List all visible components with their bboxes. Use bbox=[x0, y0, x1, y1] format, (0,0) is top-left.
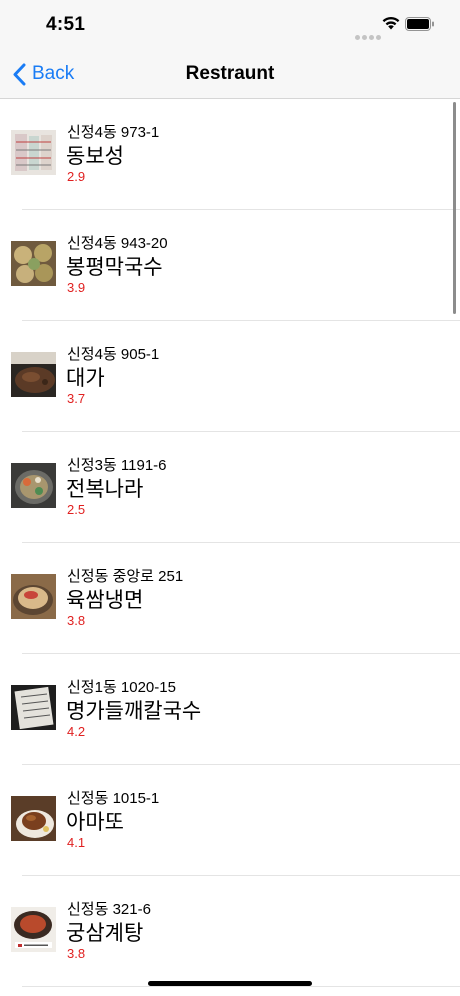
restaurant-rating: 3.7 bbox=[67, 391, 86, 406]
restaurant-thumbnail bbox=[11, 574, 56, 619]
wifi-icon bbox=[382, 16, 400, 30]
restaurant-name: 육쌈냉면 bbox=[66, 589, 144, 612]
restaurant-list[interactable]: 신정4동 973-1 동보성 2.9 신정4동 943-20 봉평막국수 3.9 bbox=[0, 99, 460, 987]
battery-icon bbox=[405, 17, 434, 31]
restaurant-address: 신정3동 1191-6 bbox=[67, 457, 167, 474]
restaurant-thumbnail bbox=[11, 907, 56, 952]
cellular-signal-icon bbox=[355, 27, 383, 45]
list-item[interactable]: 신정동 321-6 궁삼계탕 3.8 bbox=[11, 876, 460, 987]
list-item[interactable]: 신정4동 943-20 봉평막국수 3.9 bbox=[11, 210, 460, 321]
restaurant-address: 신정4동 973-1 bbox=[67, 124, 160, 141]
restaurant-name: 대가 bbox=[66, 367, 105, 390]
restaurant-thumbnail bbox=[11, 352, 56, 397]
list-item[interactable]: 신정1동 1020-15 명가들깨칼국수 4.2 bbox=[11, 654, 460, 765]
restaurant-rating: 2.5 bbox=[67, 502, 86, 517]
restaurant-rating: 3.8 bbox=[67, 613, 86, 628]
navigation-bar: Back Restraunt bbox=[0, 50, 460, 99]
home-indicator[interactable] bbox=[148, 981, 312, 986]
restaurant-rating: 3.8 bbox=[67, 946, 86, 961]
restaurant-thumbnail bbox=[11, 685, 56, 730]
restaurant-thumbnail bbox=[11, 796, 56, 841]
restaurant-name: 전복나라 bbox=[66, 478, 144, 501]
restaurant-name: 궁삼계탕 bbox=[66, 922, 144, 945]
restaurant-name: 봉평막국수 bbox=[66, 256, 163, 279]
restaurant-thumbnail bbox=[11, 130, 56, 175]
restaurant-rating: 2.9 bbox=[67, 169, 86, 184]
restaurant-thumbnail bbox=[11, 463, 56, 508]
page-title: Restraunt bbox=[185, 63, 275, 84]
list-item[interactable]: 신정4동 973-1 동보성 2.9 bbox=[11, 99, 460, 210]
restaurant-address: 신정4동 905-1 bbox=[67, 346, 160, 363]
status-time: 4:51 bbox=[46, 14, 86, 35]
restaurant-name: 동보성 bbox=[66, 145, 124, 168]
restaurant-address: 신정동 1015-1 bbox=[67, 790, 160, 807]
list-item[interactable]: 신정4동 905-1 대가 3.7 bbox=[11, 321, 460, 432]
restaurant-rating: 4.1 bbox=[67, 835, 86, 850]
restaurant-name: 아마또 bbox=[66, 811, 124, 834]
restaurant-address: 신정동 중앙로 251 bbox=[67, 568, 184, 585]
restaurant-address: 신정4동 943-20 bbox=[67, 235, 168, 252]
scroll-indicator[interactable] bbox=[453, 102, 456, 314]
list-item[interactable]: 신정동 중앙로 251 육쌈냉면 3.8 bbox=[11, 543, 460, 654]
restaurant-address: 신정1동 1020-15 bbox=[67, 679, 176, 696]
restaurant-rating: 4.2 bbox=[67, 724, 86, 739]
restaurant-thumbnail bbox=[11, 241, 56, 286]
restaurant-name: 명가들깨칼국수 bbox=[66, 700, 202, 723]
restaurant-address: 신정동 321-6 bbox=[67, 901, 151, 918]
list-item[interactable]: 신정동 1015-1 아마또 4.1 bbox=[11, 765, 460, 876]
list-item[interactable]: 신정3동 1191-6 전복나라 2.5 bbox=[11, 432, 460, 543]
restaurant-rating: 3.9 bbox=[67, 280, 86, 295]
status-bar: 4:51 bbox=[0, 0, 460, 50]
